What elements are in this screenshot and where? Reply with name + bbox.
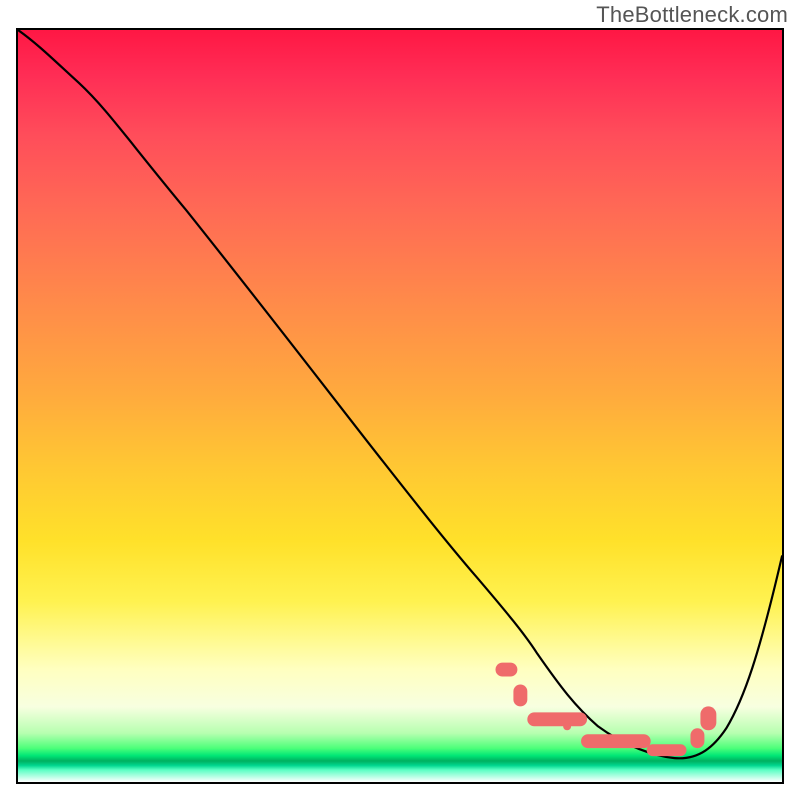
bottleneck-curve [18, 30, 782, 758]
chart-stage: TheBottleneck.com [0, 0, 800, 800]
marker-group [496, 663, 717, 757]
marker-dot [611, 738, 619, 746]
curve-layer [18, 30, 782, 782]
watermark-text: TheBottleneck.com [596, 2, 788, 28]
marker-dot [671, 746, 679, 754]
marker-bar [690, 728, 704, 748]
marker-bar [513, 685, 527, 707]
plot-frame [16, 28, 784, 784]
marker-dot [501, 667, 509, 675]
marker-bar [527, 712, 587, 726]
marker-bar [700, 706, 716, 730]
marker-bar [647, 744, 687, 756]
marker-dot [563, 722, 571, 730]
